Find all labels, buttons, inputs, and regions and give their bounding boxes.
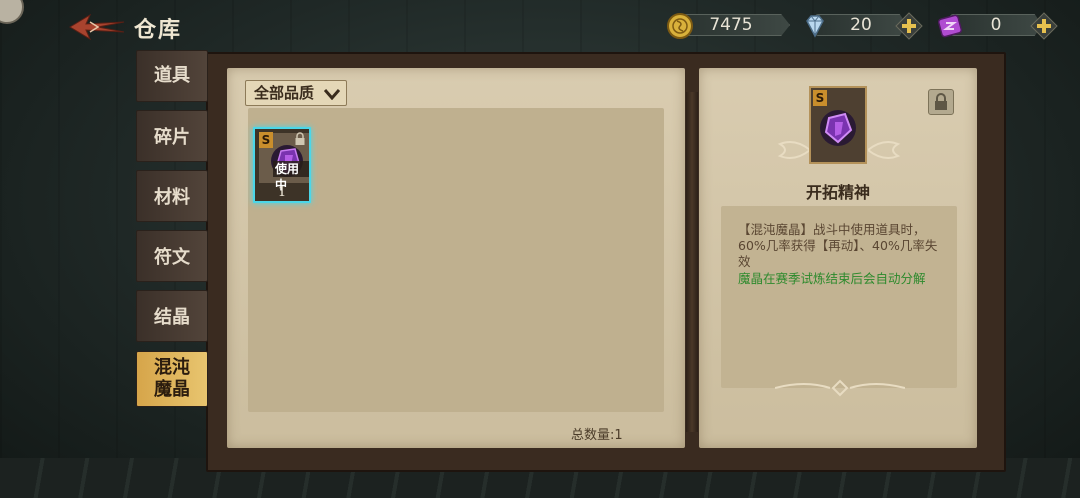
lock-toggle-button[interactable] — [928, 89, 954, 115]
gold-value: 7475 — [709, 15, 753, 35]
decompose-note: 魔晶在赛季试炼结束后会自动分解 — [738, 271, 926, 286]
item-description: 【混沌魔晶】战斗中使用道具时，60%几率获得【再动】、40%几率失效 — [738, 222, 938, 269]
detail-item-image: S — [809, 86, 867, 164]
page-title: 仓库 — [134, 18, 183, 43]
right-ornament-icon — [868, 141, 901, 159]
tab-crystals[interactable]: 结晶 — [136, 290, 208, 342]
book-spine — [686, 92, 698, 432]
crystal-counter: 0 — [936, 12, 1058, 40]
crystal-value: 0 — [990, 15, 1002, 35]
diamond-value: 20 — [850, 15, 872, 35]
bottom-ornament-icon — [775, 379, 905, 397]
chevron-down-icon — [324, 89, 340, 100]
crystal-ticket-icon — [937, 14, 963, 38]
detail-item-name: 开拓精神 — [805, 183, 870, 202]
back-arrow-icon — [69, 13, 125, 41]
diamond-counter: 20 — [801, 12, 923, 40]
tab-items[interactable]: 道具 — [136, 50, 208, 102]
add-diamond-button[interactable] — [895, 12, 923, 40]
quality-filter-label: 全部品质 — [254, 84, 315, 102]
lock-icon — [935, 93, 947, 110]
gold-counter: 7475 — [666, 12, 790, 39]
detail-rarity-badge: S — [813, 90, 827, 106]
diamond-icon — [806, 15, 824, 38]
inventory-item[interactable]: S 使用中 1 — [253, 127, 311, 203]
in-use-tag: 使用中 — [273, 161, 309, 192]
tab-chaos-crystals[interactable]: 混沌 魔晶 — [136, 351, 208, 407]
left-ornament-icon — [777, 141, 810, 159]
add-crystal-button[interactable] — [1030, 12, 1058, 40]
quality-filter-dropdown[interactable]: 全部品质 — [245, 80, 347, 106]
tab-runes[interactable]: 符文 — [136, 230, 208, 282]
item-rarity-badge: S — [259, 132, 273, 148]
total-count: 总数量:1 — [571, 428, 623, 443]
tab-fragments[interactable]: 碎片 — [136, 110, 208, 162]
tab-materials[interactable]: 材料 — [136, 170, 208, 222]
coin-icon — [667, 13, 693, 39]
item-count: 1 — [277, 185, 287, 200]
back-button[interactable] — [68, 12, 126, 42]
lock-icon — [295, 132, 305, 145]
